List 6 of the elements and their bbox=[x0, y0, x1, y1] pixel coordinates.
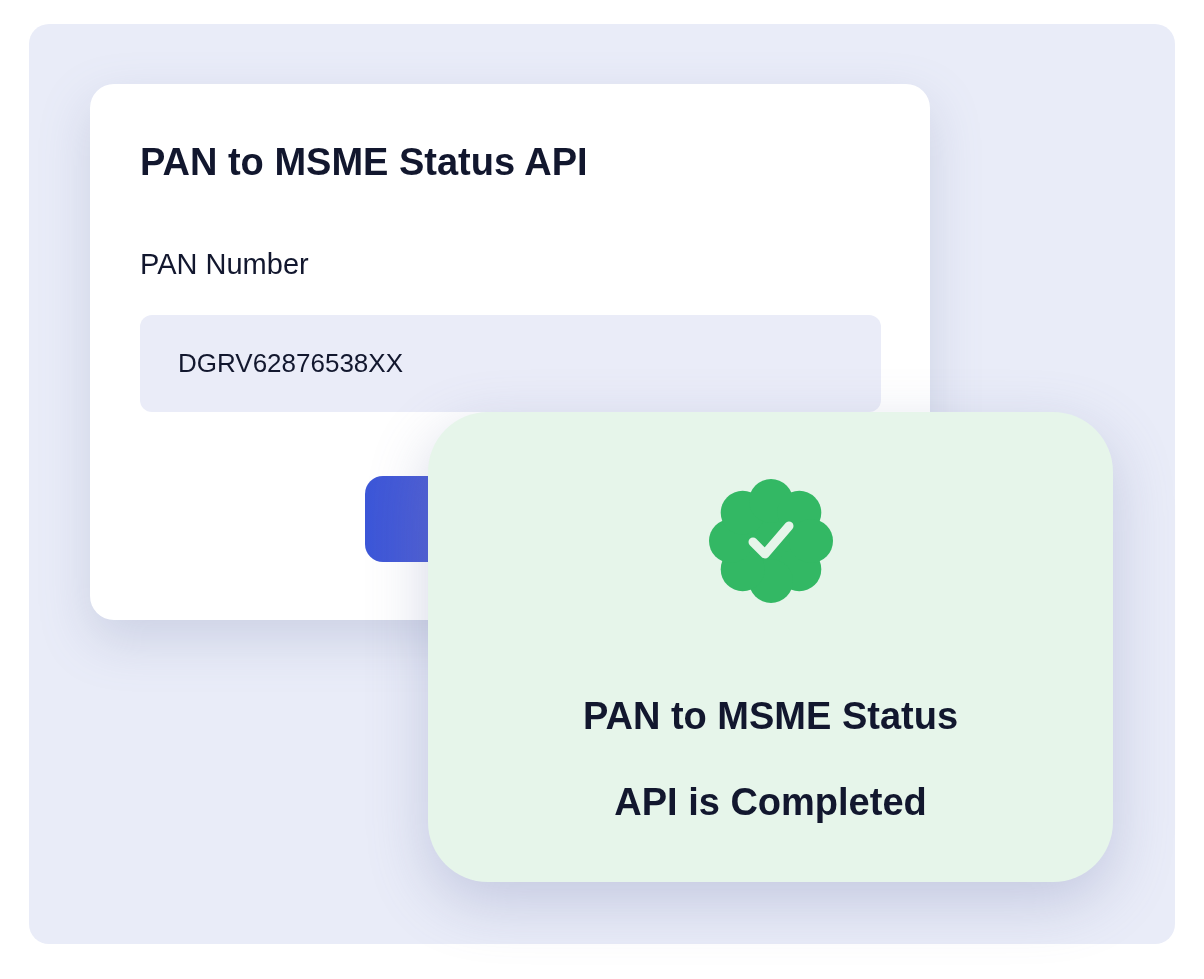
submit-button[interactable] bbox=[365, 476, 428, 562]
form-title: PAN to MSME Status API bbox=[140, 140, 588, 185]
pan-input-field[interactable]: DGRV62876538XX bbox=[140, 315, 881, 412]
verified-check-icon bbox=[708, 479, 833, 603]
field-label: PAN Number bbox=[140, 247, 309, 282]
success-message: PAN to MSME Status API is Completed bbox=[581, 694, 960, 825]
